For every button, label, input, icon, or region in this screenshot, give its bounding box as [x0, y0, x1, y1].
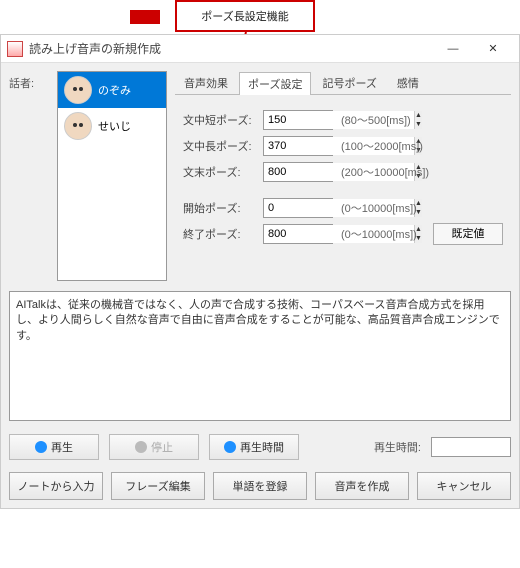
callout-label: ポーズ長設定機能: [175, 0, 315, 32]
stop-button[interactable]: 停止: [109, 434, 199, 460]
play-time-label: 再生時間:: [374, 439, 421, 455]
settings-panel: 音声効果 ポーズ設定 記号ポーズ 感情 文中短ポーズ: ▲▼ (80～500[m…: [175, 71, 511, 281]
playback-row: 再生 停止 再生時間 再生時間:: [9, 434, 511, 460]
range-hint: (0～10000[ms]): [341, 200, 417, 216]
field-start-pause: 開始ポーズ: ▲▼ (0～10000[ms]): [183, 195, 503, 221]
close-icon: ✕: [488, 42, 497, 55]
sample-text-area[interactable]: [9, 291, 511, 421]
callout-text: ポーズ長設定機能: [201, 8, 288, 24]
field-label: 文末ポーズ:: [183, 164, 255, 180]
cancel-button[interactable]: キャンセル: [417, 472, 511, 500]
tab-pause-settings[interactable]: ポーズ設定: [239, 72, 311, 95]
range-hint: (100～2000[ms]): [341, 138, 423, 154]
avatar-icon: [64, 112, 92, 140]
spin-buttons[interactable]: ▲▼: [414, 111, 422, 129]
tab-emotion[interactable]: 感情: [388, 71, 428, 94]
speaker-name: のぞみ: [98, 82, 131, 98]
close-button[interactable]: ✕: [473, 37, 513, 61]
field-short-pause: 文中短ポーズ: ▲▼ (80～500[ms]): [183, 107, 503, 133]
field-label: 終了ポーズ:: [183, 226, 255, 242]
field-long-pause: 文中長ポーズ: ▲▼ (100～2000[ms]): [183, 133, 503, 159]
tab-sound-effect[interactable]: 音声効果: [175, 71, 237, 94]
short-pause-spinbox[interactable]: ▲▼: [263, 110, 333, 130]
play-time-display: [431, 437, 511, 457]
dialog-window: 読み上げ音声の新規作成 — ✕ 話者: のぞみ せいじ 音声効果 ポーズ設定: [0, 34, 520, 509]
minimize-icon: —: [448, 43, 459, 55]
play-label: 再生: [51, 439, 73, 455]
play-icon: [35, 441, 47, 453]
time-label: 再生時間: [240, 439, 284, 455]
end-pause-spinbox[interactable]: ▲▼: [263, 162, 333, 182]
reset-button[interactable]: 既定値: [433, 223, 503, 245]
time-icon: [224, 441, 236, 453]
speaker-label: 話者:: [9, 71, 49, 281]
field-label: 開始ポーズ:: [183, 200, 255, 216]
speaker-item-seiji[interactable]: せいじ: [58, 108, 166, 144]
start-pause-spinbox[interactable]: ▲▼: [263, 198, 333, 218]
create-audio-button[interactable]: 音声を作成: [315, 472, 409, 500]
app-icon: [7, 41, 23, 57]
range-hint: (80～500[ms]): [341, 112, 411, 128]
range-hint: (0～10000[ms]): [341, 226, 417, 242]
speaker-item-nozomi[interactable]: のぞみ: [58, 72, 166, 108]
field-finish-pause: 終了ポーズ: ▲▼ (0～10000[ms]) 既定値: [183, 221, 503, 247]
window-title: 読み上げ音声の新規作成: [29, 40, 433, 57]
minimize-button[interactable]: —: [433, 37, 473, 61]
register-word-button[interactable]: 単語を登録: [213, 472, 307, 500]
avatar-icon: [64, 76, 92, 104]
stop-label: 停止: [151, 439, 173, 455]
spin-down-icon[interactable]: ▼: [415, 120, 422, 129]
tab-symbol-pause[interactable]: 記号ポーズ: [313, 71, 385, 94]
phrase-edit-button[interactable]: フレーズ編集: [111, 472, 205, 500]
content-area: 話者: のぞみ せいじ 音声効果 ポーズ設定 記号ポーズ 感情: [1, 63, 519, 508]
bottom-button-row: ノートから入力 フレーズ編集 単語を登録 音声を作成 キャンセル: [9, 472, 511, 500]
speaker-list[interactable]: のぞみ せいじ: [57, 71, 167, 281]
long-pause-spinbox[interactable]: ▲▼: [263, 136, 333, 156]
finish-pause-spinbox[interactable]: ▲▼: [263, 224, 333, 244]
range-hint: (200～10000[ms]): [341, 164, 429, 180]
tab-body-pause: 文中短ポーズ: ▲▼ (80～500[ms]) 文中長ポーズ: ▲▼: [175, 95, 511, 255]
play-button[interactable]: 再生: [9, 434, 99, 460]
tab-strip: 音声効果 ポーズ設定 記号ポーズ 感情: [175, 71, 511, 95]
field-label: 文中短ポーズ:: [183, 112, 255, 128]
top-row: 話者: のぞみ せいじ 音声効果 ポーズ設定 記号ポーズ 感情: [9, 71, 511, 281]
speaker-name: せいじ: [98, 118, 131, 134]
input-from-note-button[interactable]: ノートから入力: [9, 472, 103, 500]
callout-red-tab: [130, 10, 160, 24]
field-label: 文中長ポーズ:: [183, 138, 255, 154]
play-time-button[interactable]: 再生時間: [209, 434, 299, 460]
spin-up-icon[interactable]: ▲: [415, 111, 422, 120]
field-end-pause: 文末ポーズ: ▲▼ (200～10000[ms]): [183, 159, 503, 185]
titlebar: 読み上げ音声の新規作成 — ✕: [1, 35, 519, 63]
stop-icon: [135, 441, 147, 453]
